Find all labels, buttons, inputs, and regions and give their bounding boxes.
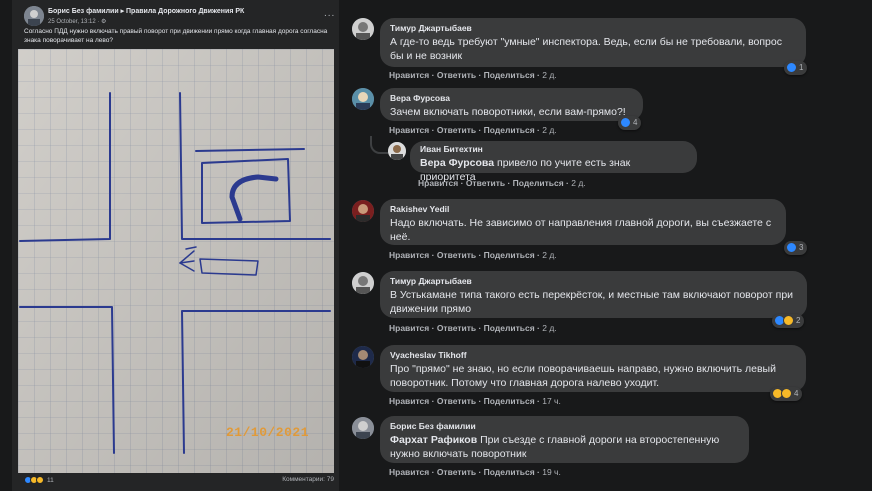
comment-bubble: Vyacheslav Tikhoff Про "прямо" не знаю, … [380,345,806,392]
comment-author[interactable]: Rakishev Yedil [390,204,776,214]
commenter-avatar[interactable] [352,346,374,368]
haha-reaction-icon [783,315,794,326]
comment-bubble: Rakishev Yedil Надо включать. Не зависим… [380,199,786,245]
comment-time[interactable]: 17 ч. [542,396,561,406]
reaction-count: 3 [799,243,804,252]
comment-author[interactable]: Vyacheslav Tikhoff [390,350,796,360]
comment-author[interactable]: Борис Без фамилии [390,421,739,431]
share-link[interactable]: Поделиться [484,70,535,80]
reply-link[interactable]: Ответить [437,323,476,333]
comment-reactions[interactable]: 4 [618,116,642,130]
comment-author[interactable]: Вера Фурсова [390,93,633,103]
comment-actions: Нравится · Ответить · Поделиться · 2 д. [389,125,557,135]
comment-time[interactable]: 2 д. [542,70,556,80]
comment-time[interactable]: 19 ч. [542,467,561,477]
reply-link[interactable]: Ответить [437,70,476,80]
comment-actions: Нравится · Ответить · Поделиться · 19 ч. [389,467,561,477]
post-timestamp[interactable]: 25 October, 13:12 · ⚙ [48,18,106,25]
comments-list: Тимур Джартыбаев А где-то ведь требуют "… [352,0,872,491]
hand-drawn-intersection-sketch [18,49,334,473]
comment-text: Надо включать. Не зависимо от направлени… [390,217,772,243]
comment-text: Про "прямо" не знаю, но если поворачивае… [390,363,776,389]
comment-actions: Нравится · Ответить · Поделиться · 2 д. [389,70,557,80]
wow-reaction-icon [36,476,44,484]
commenter-avatar[interactable] [352,200,374,222]
like-reaction-icon [620,117,631,128]
share-link[interactable]: Поделиться [484,250,535,260]
post-text: Согласно ПДД нужно включать правый повор… [24,28,328,44]
commenter-avatar[interactable] [352,272,374,294]
comment-reactions[interactable]: 2 [772,314,805,328]
comment-bubble: Тимур Джартыбаев В Устькамане типа таког… [380,271,807,318]
like-link[interactable]: Нравится [389,396,429,406]
comment-text: Зачем включать поворотники, если вам-пря… [390,106,626,118]
commenter-avatar[interactable] [352,18,374,40]
comment-bubble: Вера Фурсова Зачем включать поворотники,… [380,88,643,121]
comment-mention[interactable]: Фархат Рафиков [390,434,477,446]
like-link[interactable]: Нравится [389,125,429,135]
more-options-icon[interactable]: ... [324,8,335,19]
photo-date-stamp: 21/10/2021 [226,425,310,440]
share-link[interactable]: Поделиться [484,125,535,135]
comment-time[interactable]: 2 д. [542,323,556,333]
comment-bubble: Борис Без фамилии Фархат Рафиков При съе… [380,416,749,463]
comment-author[interactable]: Тимур Джартыбаев [390,276,797,286]
like-link[interactable]: Нравится [418,178,458,188]
post-header: Борис Без фамилии ▸ Правила Дорожного Дв… [24,6,334,28]
comment-author[interactable]: Тимур Джартыбаев [390,23,796,33]
reaction-count: 4 [633,118,638,127]
comment-bubble: Иван Битехтин Вера Фурсова привело по уч… [410,141,697,183]
like-reaction-icon [786,62,797,73]
comment-reactions[interactable]: 1 [784,61,808,75]
post-reactions[interactable]: 11 [24,476,54,484]
reaction-count: 11 [47,476,54,484]
share-link[interactable]: Поделиться [484,467,535,477]
comments-count[interactable]: Комментарии: 79 [282,476,334,483]
commenter-avatar[interactable] [388,142,406,160]
comment-author[interactable]: Иван Битехтин [420,144,687,154]
comment-actions: Нравится · Ответить · Поделиться · 2 д. [389,250,557,260]
share-link[interactable]: Поделиться [484,323,535,333]
reaction-count: 2 [796,316,801,325]
commenter-avatar[interactable] [352,417,374,439]
comment-time[interactable]: 2 д. [542,250,556,260]
share-link[interactable]: Поделиться [513,178,564,188]
reply-link[interactable]: Ответить [466,178,505,188]
post-photo[interactable]: 21/10/2021 [18,49,334,473]
comment-time[interactable]: 2 д. [542,125,556,135]
reply-link[interactable]: Ответить [437,125,476,135]
comment-actions: Нравится · Ответить · Поделиться · 2 д. [418,178,586,188]
commenter-avatar[interactable] [352,88,374,110]
like-reaction-icon [786,242,797,253]
reaction-count: 1 [799,63,804,72]
comment-time[interactable]: 2 д. [571,178,585,188]
post-author-avatar[interactable] [24,6,44,26]
reply-link[interactable]: Ответить [437,467,476,477]
reaction-count: 4 [794,389,799,398]
share-link[interactable]: Поделиться [484,396,535,406]
comment-text: В Устькамане типа такого есть перекрёсто… [390,289,794,315]
reply-link[interactable]: Ответить [437,396,476,406]
post-author-name[interactable]: Борис Без фамилии ▸ Правила Дорожного Дв… [48,7,244,15]
reply-thread-line [370,136,388,154]
comment-reactions[interactable]: 4 [770,387,803,401]
post-card: Борис Без фамилии ▸ Правила Дорожного Дв… [12,0,339,491]
comment-reactions[interactable]: 3 [784,241,808,255]
reply-link[interactable]: Ответить [437,250,476,260]
comment-mention[interactable]: Вера Фурсова [420,157,494,169]
comment-actions: Нравится · Ответить · Поделиться · 2 д. [389,323,557,333]
wow-reaction-icon [781,388,792,399]
post-footer: 11 Комментарии: 79 [24,476,334,488]
comment-bubble: Тимур Джартыбаев А где-то ведь требуют "… [380,18,806,67]
like-link[interactable]: Нравится [389,323,429,333]
comment-actions: Нравится · Ответить · Поделиться · 17 ч. [389,396,561,406]
like-link[interactable]: Нравится [389,250,429,260]
like-link[interactable]: Нравится [389,70,429,80]
comment-text: А где-то ведь требуют "умные" инспектора… [390,36,782,62]
like-link[interactable]: Нравится [389,467,429,477]
